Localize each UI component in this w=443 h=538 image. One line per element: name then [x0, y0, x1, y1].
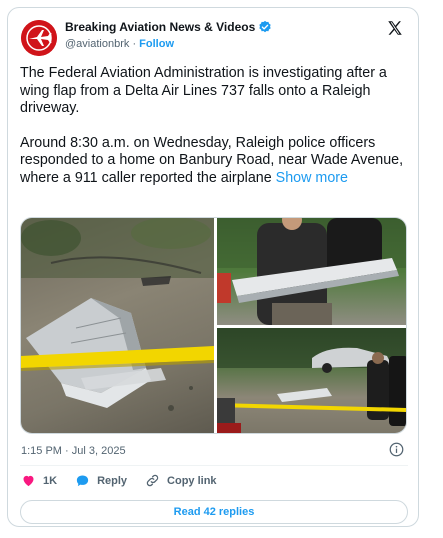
reply-button[interactable]: Reply	[75, 473, 127, 488]
tweet-paragraph-1: The Federal Aviation Administration is i…	[20, 65, 387, 116]
tweet-card: Breaking Aviation News & Videos @aviatio…	[7, 7, 419, 527]
like-count: 1K	[43, 474, 58, 487]
reply-bubble-icon	[76, 475, 89, 487]
like-button[interactable]: 1K	[21, 473, 57, 488]
tweet-paragraph-2: Around 8:30 a.m. on Wednesday, Raleigh p…	[20, 135, 408, 188]
account-name[interactable]: Breaking Aviation News & Videos	[65, 20, 255, 34]
follow-button[interactable]: Follow	[139, 38, 174, 50]
media-photo-officers[interactable]	[217, 218, 406, 325]
verified-badge-icon	[259, 20, 271, 33]
heart-icon	[23, 475, 34, 487]
account-name-row: Breaking Aviation News & Videos	[65, 20, 272, 34]
read-replies-button[interactable]: Read 42 replies	[20, 500, 408, 524]
account-handle[interactable]: @aviationbrk	[65, 38, 129, 50]
action-bar: 1K Reply Copy link	[21, 473, 235, 488]
handle-separator: ·	[132, 38, 137, 50]
read-replies-label: Read 42 replies	[173, 506, 255, 518]
avatar[interactable]	[21, 20, 57, 56]
media-photo-scene[interactable]	[217, 328, 406, 433]
show-more-link[interactable]: Show more	[276, 170, 348, 186]
x-logo-icon[interactable]	[386, 19, 404, 37]
tweet-timestamp[interactable]: 1:15 PM · Jul 3, 2025	[21, 445, 126, 457]
timestamp-separator: ·	[65, 445, 69, 457]
copy-link-label: Copy link	[167, 474, 217, 487]
tweet-text: The Federal Aviation Administration is i…	[20, 65, 408, 187]
media-photo-wing-flap[interactable]	[21, 218, 214, 433]
tweet-time: 1:15 PM	[21, 445, 62, 457]
reply-label: Reply	[97, 474, 128, 487]
copy-link-button[interactable]: Copy link	[145, 473, 217, 488]
info-icon[interactable]	[389, 442, 404, 457]
link-icon	[146, 474, 159, 487]
tweet-date: Jul 3, 2025	[71, 445, 126, 457]
divider	[20, 465, 408, 466]
handle-row: @aviationbrk · Follow	[65, 38, 174, 50]
airplane-logo-icon	[21, 20, 57, 56]
media-grid	[20, 217, 407, 434]
